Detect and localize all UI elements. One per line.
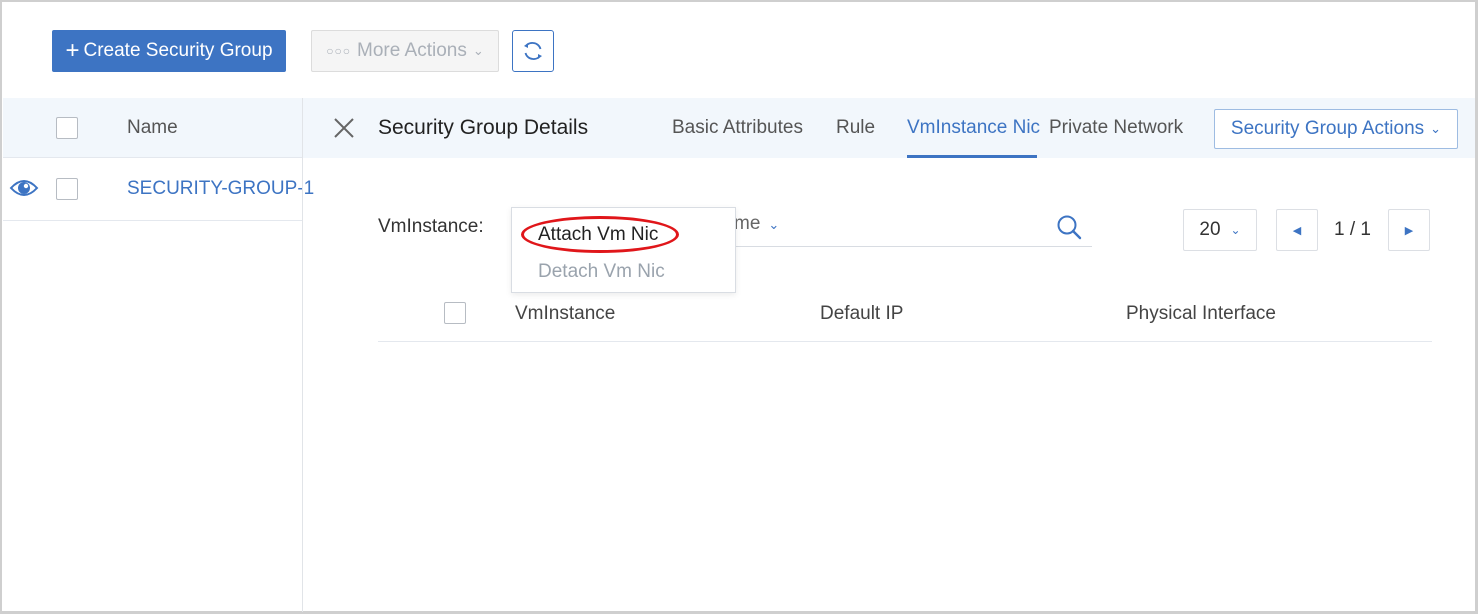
chevron-down-icon: ⌄ bbox=[768, 217, 780, 232]
refresh-button[interactable] bbox=[512, 30, 554, 72]
tab-private-network[interactable]: Private Network bbox=[1049, 117, 1183, 139]
column-header-vminstance: VmInstance bbox=[515, 303, 616, 324]
active-tab-indicator bbox=[907, 155, 1037, 158]
select-all-checkbox[interactable] bbox=[56, 117, 78, 139]
filter-field-label: me bbox=[734, 213, 761, 234]
page-size-select[interactable]: 20 ⌄ bbox=[1183, 209, 1257, 251]
column-header-default-ip: Default IP bbox=[820, 303, 904, 324]
column-header-name: Name bbox=[127, 117, 178, 138]
plus-icon: + bbox=[65, 37, 80, 64]
more-actions-button[interactable]: ○○○ More Actions ⌄ bbox=[311, 30, 499, 72]
details-title: Security Group Details bbox=[378, 116, 589, 139]
security-group-actions-label: Security Group Actions bbox=[1230, 118, 1425, 139]
eye-icon[interactable] bbox=[9, 176, 39, 200]
tab-vminstance-nic[interactable]: VmInstance Nic bbox=[907, 117, 1040, 139]
panel-divider bbox=[302, 98, 303, 612]
chevron-down-icon: ⌄ bbox=[1230, 223, 1241, 237]
security-group-actions-button[interactable]: Security Group Actions ⌄ bbox=[1214, 109, 1458, 149]
next-page-button[interactable]: ▶ bbox=[1388, 209, 1430, 251]
table-select-all-checkbox[interactable] bbox=[444, 302, 466, 324]
refresh-icon bbox=[524, 42, 542, 60]
row-checkbox[interactable] bbox=[56, 178, 78, 200]
page-size-value: 20 bbox=[1199, 219, 1221, 240]
ellipsis-icon: ○○○ bbox=[326, 44, 351, 58]
close-icon[interactable] bbox=[332, 116, 356, 140]
table-header-divider bbox=[378, 341, 1432, 342]
create-security-group-label: Create Security Group bbox=[83, 40, 273, 61]
vminstance-actions-menu: Attach Vm Nic Detach Vm Nic bbox=[511, 207, 736, 293]
create-security-group-button[interactable]: + Create Security Group bbox=[52, 30, 286, 72]
caret-right-icon: ▶ bbox=[1404, 224, 1414, 237]
chevron-down-icon: ⌄ bbox=[472, 43, 484, 58]
page-indicator: 1 / 1 bbox=[1334, 219, 1371, 240]
security-group-name-link[interactable]: SECURITY-GROUP-1 bbox=[127, 178, 314, 200]
column-header-physical-interface: Physical Interface bbox=[1126, 303, 1276, 324]
search-input[interactable] bbox=[734, 246, 1092, 247]
more-actions-label: More Actions bbox=[357, 40, 467, 61]
previous-page-button[interactable]: ◀ bbox=[1276, 209, 1318, 251]
menu-item-attach-vm-nic[interactable]: Attach Vm Nic bbox=[538, 224, 658, 246]
menu-item-detach-vm-nic[interactable]: Detach Vm Nic bbox=[538, 261, 665, 283]
tab-basic-attributes[interactable]: Basic Attributes bbox=[672, 117, 803, 139]
filter-field-select[interactable]: me ⌄ bbox=[734, 213, 779, 235]
search-icon[interactable] bbox=[1056, 214, 1082, 240]
tab-rule[interactable]: Rule bbox=[836, 117, 875, 139]
vminstance-filter-label: VmInstance: bbox=[378, 216, 484, 237]
chevron-down-icon: ⌄ bbox=[1430, 121, 1442, 136]
caret-left-icon: ◀ bbox=[1292, 224, 1302, 237]
